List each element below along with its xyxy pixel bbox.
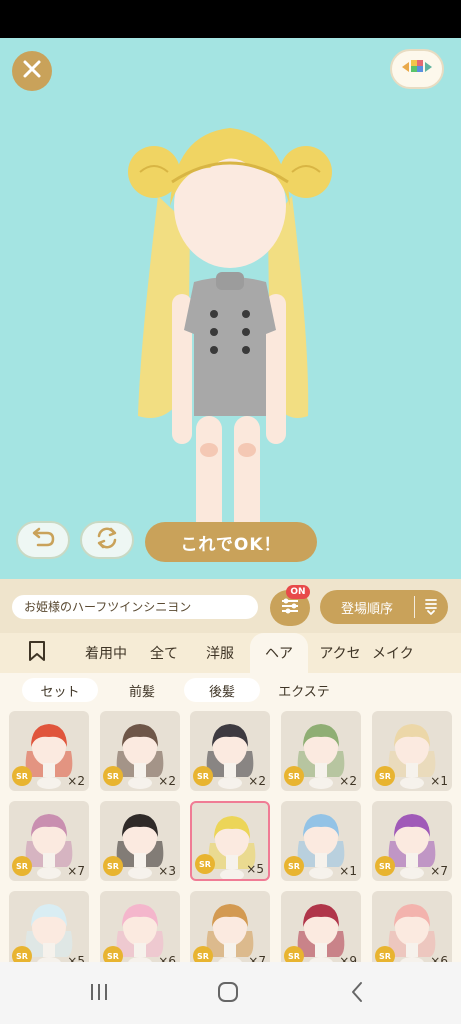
item-count: ×2 bbox=[248, 774, 266, 788]
home-button[interactable] bbox=[213, 981, 243, 1007]
item-count: ×7 bbox=[67, 864, 85, 878]
tab-all[interactable]: 全て bbox=[138, 633, 190, 673]
undo-icon bbox=[30, 527, 56, 553]
hair-item-tile[interactable]: SR ×3 bbox=[100, 801, 180, 881]
filter-sliders-icon bbox=[280, 597, 300, 619]
subtab-bangs[interactable]: 前髪 bbox=[104, 678, 180, 702]
tab-bookmark[interactable] bbox=[28, 633, 74, 673]
hair-item-tile[interactable]: SR ×9 bbox=[281, 891, 361, 962]
item-count: ×2 bbox=[339, 774, 357, 788]
item-count: ×6 bbox=[430, 954, 448, 962]
rarity-badge: SR bbox=[375, 946, 395, 962]
bookmark-icon bbox=[28, 640, 46, 666]
subtab-extensions[interactable]: エクステ bbox=[266, 678, 342, 702]
color-palette-icon bbox=[400, 57, 434, 81]
rarity-badge: SR bbox=[284, 766, 304, 786]
item-count: ×6 bbox=[158, 954, 176, 962]
selected-item-name: お姫様のハーフツインシニヨン bbox=[12, 595, 258, 619]
rarity-badge: SR bbox=[193, 946, 213, 962]
item-count: ×5 bbox=[67, 954, 85, 962]
rarity-badge: SR bbox=[103, 946, 123, 962]
rarity-badge: SR bbox=[12, 856, 32, 876]
avatar-stage: これでOK！ bbox=[0, 38, 461, 579]
item-count: ×7 bbox=[430, 864, 448, 878]
item-panel: お姫様のハーフツインシニヨン ON 登場順序 着用中 全て 洋服 ヘア アクセ … bbox=[0, 579, 461, 962]
item-name-bar: お姫様のハーフツインシニヨン ON 登場順序 bbox=[0, 579, 461, 633]
hair-item-tile[interactable]: SR ×7 bbox=[190, 891, 270, 962]
rarity-badge: SR bbox=[193, 766, 213, 786]
rarity-badge: SR bbox=[284, 856, 304, 876]
hair-item-tile[interactable]: SR ×2 bbox=[100, 711, 180, 791]
item-count: ×3 bbox=[158, 864, 176, 878]
rarity-badge: SR bbox=[12, 766, 32, 786]
sort-order-button[interactable]: 登場順序 bbox=[320, 590, 448, 624]
rarity-badge: SR bbox=[12, 946, 32, 962]
tab-makeup[interactable]: メイク bbox=[372, 633, 412, 673]
shuffle-icon bbox=[94, 525, 120, 555]
subtab-back-hair[interactable]: 後髪 bbox=[184, 678, 260, 702]
shuffle-button[interactable] bbox=[80, 521, 134, 559]
rarity-badge: SR bbox=[375, 766, 395, 786]
hair-item-tile[interactable]: SR ×1 bbox=[372, 711, 452, 791]
tab-clothes[interactable]: 洋服 bbox=[190, 633, 250, 673]
item-count: ×7 bbox=[248, 954, 266, 962]
rarity-badge: SR bbox=[284, 946, 304, 962]
hair-item-tile[interactable]: SR ×5 bbox=[9, 891, 89, 962]
recent-apps-button[interactable] bbox=[84, 981, 114, 1007]
item-count: ×2 bbox=[158, 774, 176, 788]
sort-label: 登場順序 bbox=[340, 601, 393, 617]
rarity-badge: SR bbox=[103, 856, 123, 876]
rarity-badge: SR bbox=[195, 854, 215, 874]
item-count: ×1 bbox=[339, 864, 357, 878]
tab-hair[interactable]: ヘア bbox=[250, 633, 308, 673]
tab-wearing[interactable]: 着用中 bbox=[74, 633, 138, 673]
undo-button[interactable] bbox=[16, 521, 70, 559]
recent-apps-icon bbox=[88, 982, 110, 1006]
item-count: ×2 bbox=[67, 774, 85, 788]
tab-accessory[interactable]: アクセ bbox=[308, 633, 372, 673]
hair-item-tile[interactable]: SR ×6 bbox=[372, 891, 452, 962]
back-button[interactable] bbox=[342, 981, 372, 1007]
hair-item-tile[interactable]: SR ×5 bbox=[190, 801, 270, 881]
hair-item-tile[interactable]: SR ×7 bbox=[372, 801, 452, 881]
rarity-badge: SR bbox=[375, 856, 395, 876]
palette-button[interactable] bbox=[390, 49, 444, 89]
confirm-ok-button[interactable]: これでOK！ bbox=[145, 522, 317, 562]
item-count: ×5 bbox=[246, 862, 264, 876]
system-nav-bar bbox=[0, 962, 461, 1024]
subtab-set[interactable]: セット bbox=[22, 678, 98, 702]
hair-item-tile[interactable]: SR ×2 bbox=[9, 711, 89, 791]
rarity-badge: SR bbox=[103, 766, 123, 786]
filter-on-badge: ON bbox=[286, 585, 310, 599]
item-count: ×1 bbox=[430, 774, 448, 788]
item-count: ×9 bbox=[339, 954, 357, 962]
category-tabs: 着用中 全て 洋服 ヘア アクセ メイク bbox=[0, 633, 461, 673]
home-icon bbox=[217, 981, 239, 1007]
back-chevron-icon bbox=[350, 981, 364, 1007]
close-icon bbox=[22, 59, 42, 83]
hair-item-tile[interactable]: SR ×6 bbox=[100, 891, 180, 962]
avatar-figure bbox=[110, 86, 350, 566]
status-bar bbox=[0, 0, 461, 38]
hair-item-tile[interactable]: SR ×2 bbox=[281, 711, 361, 791]
sort-divider bbox=[414, 596, 415, 618]
hair-item-tile[interactable]: SR ×7 bbox=[9, 801, 89, 881]
close-button[interactable] bbox=[12, 51, 52, 91]
hair-item-tile[interactable]: SR ×1 bbox=[281, 801, 361, 881]
hair-item-tile[interactable]: SR ×2 bbox=[190, 711, 270, 791]
sub-category-tabs: セット 前髪 後髪 エクステ bbox=[0, 673, 461, 707]
item-grid: SR ×2 SR ×2 SR ×2 SR ×2 SR ×1 SR ×7 SR ×3 SR ×5 SR ×1 SR ×7… bbox=[0, 707, 461, 962]
sort-list-icon[interactable] bbox=[415, 598, 447, 616]
